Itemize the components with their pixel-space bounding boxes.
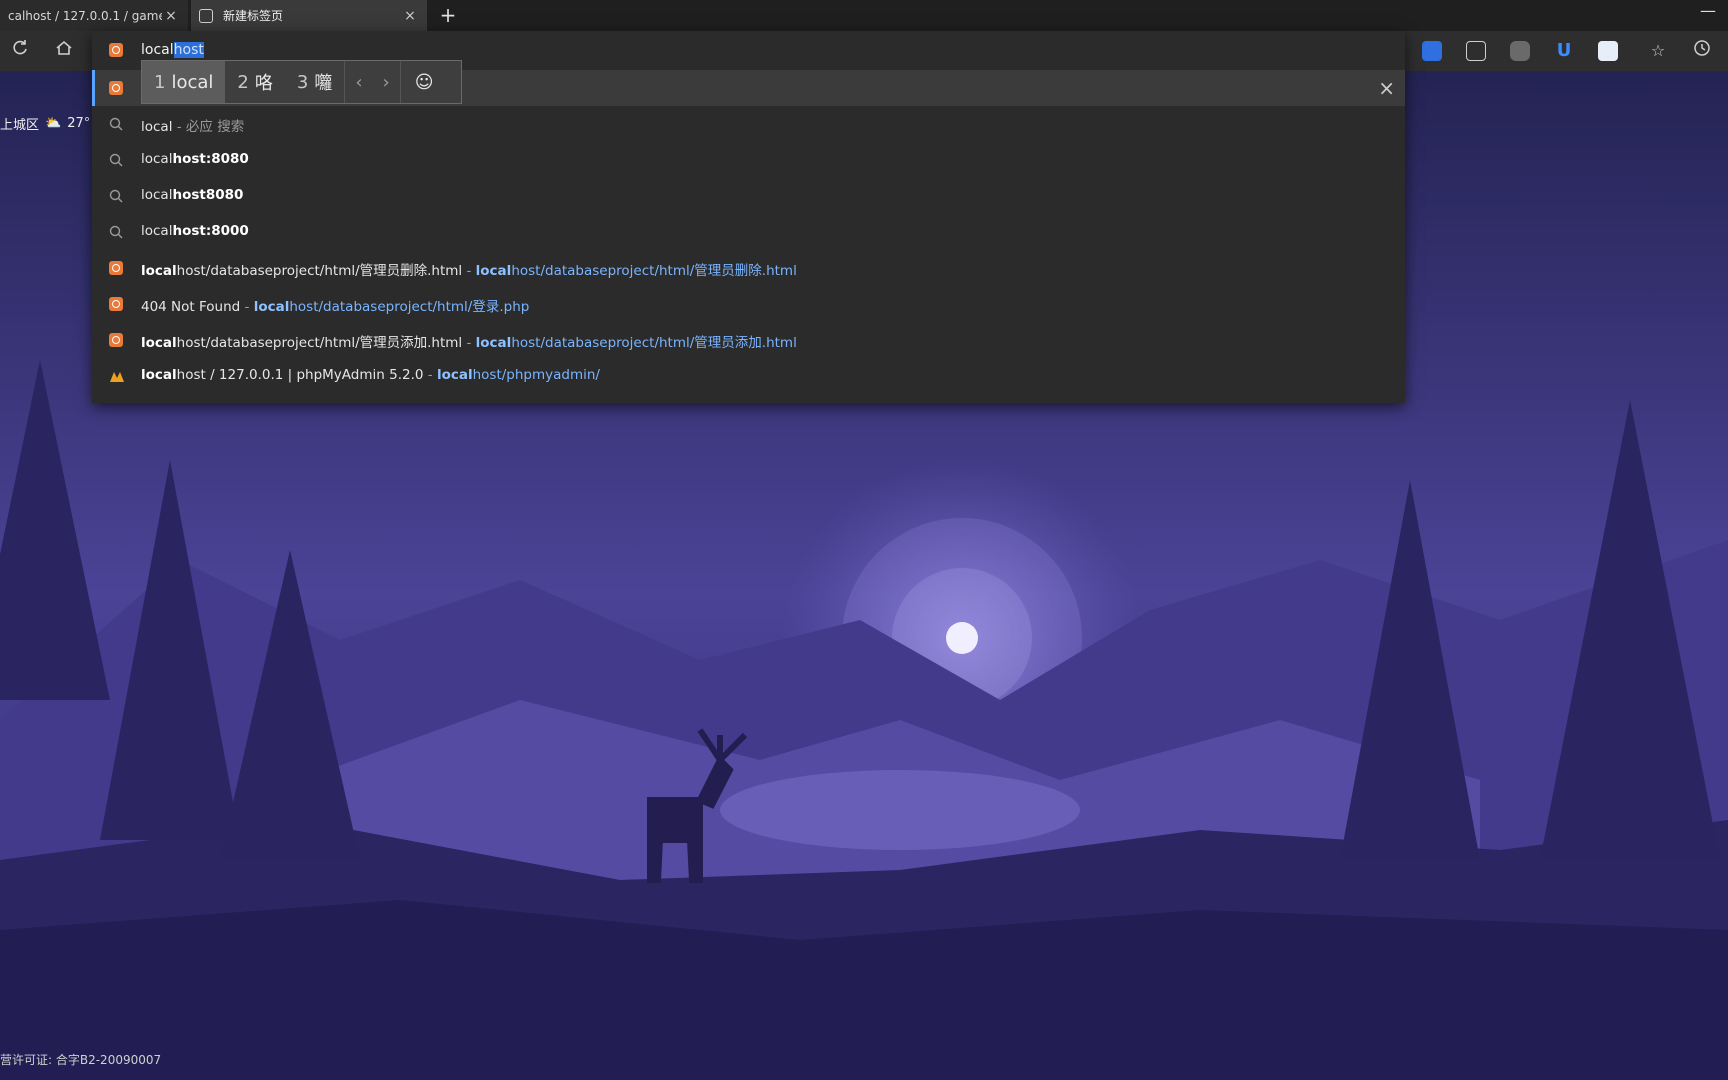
suggestion-row[interactable]: localhost:8000 (92, 214, 1405, 250)
partly-cloudy-icon: ⛅ (45, 116, 62, 131)
tab-new-tab[interactable]: 新建标签页 × (191, 0, 427, 31)
minimize-button[interactable]: — (1700, 1, 1716, 20)
suggestion-url: localhost/databaseproject/html/管理员删除.htm… (475, 263, 797, 279)
candidate-text: local (171, 71, 214, 93)
refresh-icon[interactable] (8, 39, 32, 63)
suggestion-url: localhost/phpmyadmin/ (436, 367, 600, 383)
xampp-favicon-icon (109, 81, 123, 95)
ime-emoji-icon[interactable]: ☺ (399, 61, 448, 103)
tab-phpmyadmin[interactable]: calhost / 127.0.0.1 / game / 游 × (0, 0, 188, 31)
suggestion-row[interactable]: local - 必应 搜索 (92, 106, 1405, 142)
address-bar-value[interactable]: localhost (141, 42, 204, 58)
search-icon (109, 116, 125, 132)
suggestion-row[interactable]: localhost/databaseproject/html/管理员添加.htm… (92, 322, 1405, 358)
bird-extension-icon[interactable] (1598, 41, 1618, 61)
tab-title: calhost / 127.0.0.1 / game / 游 (8, 9, 162, 23)
tab-close-icon[interactable]: × (401, 8, 419, 24)
search-icon (109, 224, 125, 240)
temperature-label: 27° (67, 116, 91, 131)
suggestion-row[interactable]: localhost:8080 (92, 142, 1405, 178)
ublock-shield-icon[interactable] (1510, 41, 1530, 61)
ime-candidate-3[interactable]: 3囖 (285, 61, 344, 103)
ime-candidate-window: 1 local 2咯 3囖 ‹ › ☺ (141, 60, 462, 104)
xampp-favicon-icon (109, 43, 123, 57)
suggestion-row[interactable]: 404 Not Found - localhost/databaseprojec… (92, 286, 1405, 322)
autocomplete-selection: host (173, 42, 204, 58)
suggestion-row[interactable]: localhost8080 (92, 178, 1405, 214)
xampp-favicon-icon (109, 296, 125, 312)
ime-prev-page-icon[interactable]: ‹ (344, 61, 372, 103)
suggestion-url: localhost/databaseproject/html/登录.php (253, 299, 530, 315)
typed-text: local (141, 42, 174, 58)
tab-bar: calhost / 127.0.0.1 / game / 游 × 新建标签页 ×… (0, 0, 1728, 31)
suggestion-text: localhost / 127.0.0.1 | phpMyAdmin 5.2.0… (141, 367, 600, 383)
suggestion-row[interactable]: localhost / 127.0.0.1 | phpMyAdmin 5.2.0… (92, 358, 1405, 394)
candidate-number: 3 (296, 71, 309, 93)
candidate-text: 囖 (314, 73, 333, 94)
candidate-number: 1 (154, 71, 166, 93)
clear-icon[interactable]: × (1378, 76, 1395, 100)
suggestion-url: localhost/databaseproject/html/管理员添加.htm… (475, 335, 797, 351)
suggestion-text: localhost/databaseproject/html/管理员添加.htm… (141, 335, 797, 351)
location-label: 上城区 (0, 118, 40, 133)
xampp-favicon-icon (109, 260, 125, 276)
search-icon (109, 188, 125, 204)
xampp-favicon-icon (109, 332, 125, 348)
tab-close-icon[interactable]: × (162, 8, 180, 24)
new-tab-button[interactable]: + (436, 3, 460, 27)
home-icon[interactable] (52, 39, 76, 63)
license-footer: 营许可证: 合字B2-20090007 (0, 1053, 162, 1067)
candidate-text: 咯 (254, 73, 273, 94)
phpmyadmin-favicon-icon (109, 368, 125, 384)
pen-extension-icon[interactable] (1422, 41, 1442, 61)
suggestion-text: 404 Not Found - localhost/databaseprojec… (141, 299, 530, 315)
new-tab-page-icon (199, 8, 213, 23)
ime-candidate-1[interactable]: 1 local (142, 61, 226, 103)
suggestion-text: localhost:8000 (141, 223, 249, 239)
ime-candidate-2[interactable]: 2咯 (225, 61, 284, 103)
tab-title: 新建标签页 (223, 9, 284, 23)
u-extension-icon[interactable]: U (1554, 41, 1574, 61)
search-icon (109, 152, 125, 168)
suggestion-text: local - 必应 搜索 (141, 119, 245, 135)
suggestion-text: localhost/databaseproject/html/管理员删除.htm… (141, 263, 797, 279)
candidate-number: 2 (237, 71, 249, 93)
suggestion-text: localhost:8080 (141, 151, 249, 167)
suggestion-text: localhost8080 (141, 187, 244, 203)
ime-next-page-icon[interactable]: › (373, 61, 400, 103)
suggestion-row[interactable]: localhost/databaseproject/html/管理员删除.htm… (92, 250, 1405, 286)
favorites-icon[interactable]: ☆ (1646, 39, 1670, 63)
reader-extension-icon[interactable] (1466, 41, 1486, 61)
history-icon[interactable] (1690, 39, 1714, 63)
weather-widget[interactable]: 上城区 ⛅ 27° (0, 114, 90, 133)
